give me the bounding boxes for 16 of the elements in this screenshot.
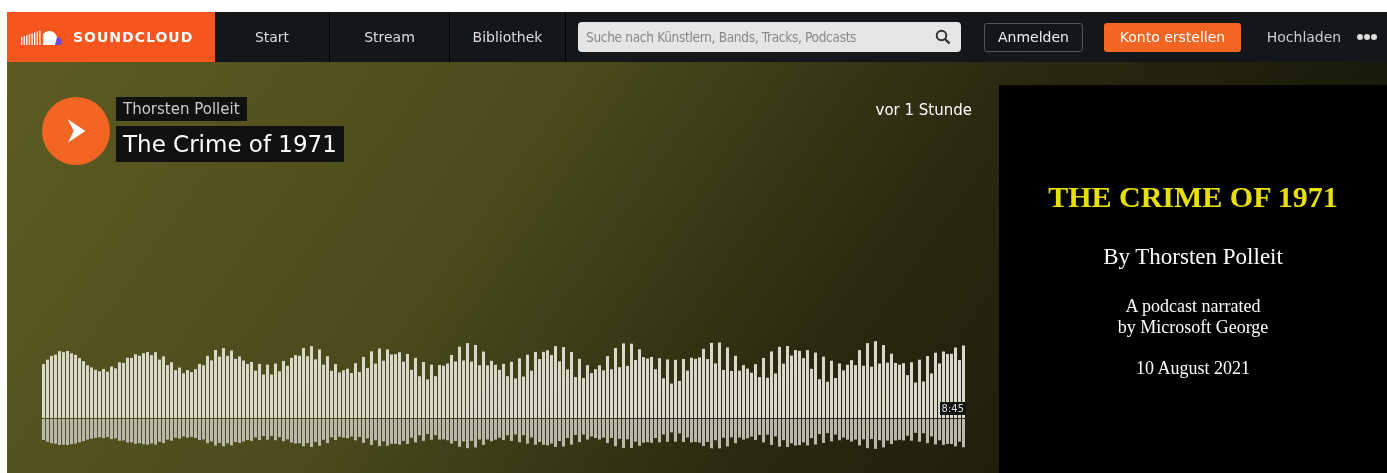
- search-icon: [935, 29, 951, 45]
- upload-link[interactable]: Hochladen: [1254, 28, 1354, 46]
- track-duration: 8:45: [939, 402, 966, 415]
- sign-in-button[interactable]: Anmelden: [984, 22, 1083, 52]
- search-field[interactable]: Suche nach Künstlern, Bands, Tracks, Podcasts: [578, 22, 961, 52]
- artwork-date: 10 August 2021: [1136, 358, 1250, 379]
- artwork-note: by Microsoft George: [1117, 317, 1269, 338]
- artwork-note: A podcast narrated: [1125, 296, 1261, 317]
- logo-text: SOUNDCLOUD: [73, 29, 194, 45]
- track-title[interactable]: The Crime of 1971: [116, 126, 344, 162]
- artwork-byline: By Thorsten Polleit: [1103, 244, 1283, 270]
- artwork-title: THE CRIME OF 1971: [1048, 180, 1338, 214]
- waveform[interactable]: [42, 341, 966, 449]
- more-icon[interactable]: [1356, 33, 1377, 41]
- posted-time: vor 1 Stunde: [875, 101, 972, 119]
- artist-name[interactable]: Thorsten Polleit: [116, 97, 247, 121]
